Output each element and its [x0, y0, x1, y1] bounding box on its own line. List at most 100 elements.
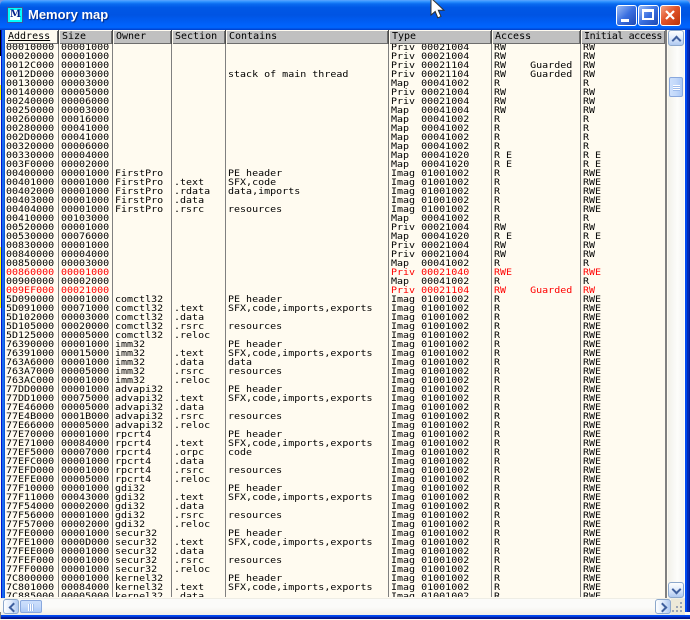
memory-map-window: M Memory map AddressSizeOwnerSectionCont…: [0, 0, 690, 620]
horizontal-scrollbar[interactable]: [1, 598, 685, 615]
cell-initial-access: RWE: [583, 197, 601, 205]
column-header-section[interactable]: Section: [172, 30, 225, 44]
column-header-row: AddressSizeOwnerSectionContainsTypeAcces…: [5, 30, 665, 44]
cell-initial-access: R: [583, 260, 589, 268]
cell-owner: gdi32: [115, 503, 145, 511]
close-button[interactable]: [660, 5, 681, 26]
scroll-down-button[interactable]: [668, 582, 684, 598]
vertical-scrollbar[interactable]: [668, 30, 684, 598]
column-divider: [388, 44, 389, 597]
cell-type: Map 00041020: [391, 233, 469, 241]
cell-section: .text: [174, 584, 204, 592]
cell-contains: PE header: [228, 296, 282, 304]
column-header-size[interactable]: Size: [59, 30, 112, 44]
cell-size: 00001000: [61, 512, 109, 520]
cell-initial-access: RWE: [583, 404, 601, 412]
cell-address: 77F11000: [6, 494, 54, 502]
cell-access: R E: [494, 161, 512, 169]
cell-contains: resources: [228, 206, 282, 214]
cell-address: 77F57000: [6, 521, 54, 529]
maximize-button[interactable]: [638, 5, 659, 26]
cell-section: .data: [174, 359, 204, 367]
cell-initial-access: RWE: [583, 503, 601, 511]
cell-section: .text: [174, 305, 204, 313]
cell-size: 0000D000: [61, 539, 109, 547]
column-header-type[interactable]: Type: [389, 30, 491, 44]
cell-size: 00001000: [61, 359, 109, 367]
cell-initial-access: RWE: [583, 359, 601, 367]
cell-access: R: [494, 125, 500, 133]
cell-size: 00001000: [61, 431, 109, 439]
cell-contains: data: [228, 359, 252, 367]
cell-size: 00005000: [61, 476, 109, 484]
cell-size: 00001000: [61, 170, 109, 178]
cell-access: R: [494, 206, 500, 214]
cell-contains: PE header: [228, 530, 282, 538]
cell-address: 77FEF000: [6, 557, 54, 565]
cell-contains: SFX,code: [228, 179, 276, 187]
scroll-up-button[interactable]: [668, 30, 684, 46]
cell-size: 00001000: [61, 188, 109, 196]
column-header-address[interactable]: Address: [5, 30, 58, 44]
table-row[interactable]: 7C88500000005000kernel32.dataImag 010010…: [5, 593, 665, 597]
column-header-initial-access[interactable]: Initial access: [581, 30, 665, 44]
cell-size: 00001000: [61, 44, 109, 52]
cell-owner: comctl32: [115, 323, 163, 331]
cell-owner: secur32: [115, 557, 157, 565]
column-header-contains[interactable]: Contains: [226, 30, 388, 44]
cell-initial-access: RWE: [583, 440, 601, 448]
cell-initial-access: RWE: [583, 179, 601, 187]
horizontal-scroll-thumb[interactable]: [20, 600, 42, 613]
resize-gripper[interactable]: [671, 599, 685, 615]
column-header-access[interactable]: Access: [492, 30, 580, 44]
cell-access: R: [494, 539, 500, 547]
cell-initial-access: RW: [583, 251, 595, 259]
cell-type: Imag 01001002: [391, 206, 469, 214]
cell-address: 00130000: [6, 80, 54, 88]
scroll-left-button[interactable]: [3, 599, 19, 614]
cell-access: R: [494, 584, 500, 592]
cell-owner: secur32: [115, 566, 157, 574]
cell-access: R: [494, 359, 500, 367]
cell-access: R: [494, 431, 500, 439]
cell-section: .reloc: [174, 566, 210, 574]
cell-initial-access: RWE: [583, 377, 601, 385]
cell-initial-access: RW: [583, 44, 595, 52]
cell-initial-access: RWE: [583, 269, 601, 277]
cell-section: .rsrc: [174, 467, 204, 475]
cell-owner: imm32: [115, 377, 145, 385]
cell-access: R: [494, 116, 500, 124]
cell-address: 77EFE000: [6, 476, 54, 484]
cell-initial-access: RWE: [583, 332, 601, 340]
cell-address: 00260000: [6, 116, 54, 124]
cell-section: .text: [174, 350, 204, 358]
title-bar[interactable]: M Memory map: [0, 0, 690, 30]
cell-address: 77E66000: [6, 422, 54, 430]
minimize-button[interactable]: [616, 5, 637, 26]
cell-size: 00001000: [61, 197, 109, 205]
cell-size: 00002000: [61, 278, 109, 286]
column-header-owner[interactable]: Owner: [113, 30, 171, 44]
cell-owner: imm32: [115, 341, 145, 349]
cell-type: Imag 01001002: [391, 557, 469, 565]
cell-access: R: [494, 467, 500, 475]
cell-owner: imm32: [115, 368, 145, 376]
cell-access: R: [494, 341, 500, 349]
cell-address: 00410000: [6, 215, 54, 223]
cell-contains: PE header: [228, 485, 282, 493]
cell-owner: advapi32: [115, 413, 163, 421]
cell-owner: FirstPro: [115, 179, 163, 187]
cell-type: Imag 01001002: [391, 566, 469, 574]
cell-contains: resources: [228, 368, 282, 376]
cell-section: .data: [174, 404, 204, 412]
cell-type: Priv 00021004: [391, 98, 469, 106]
cell-address: 77FE0000: [6, 530, 54, 538]
chevron-down-icon: [672, 585, 682, 595]
cell-initial-access: RWE: [583, 350, 601, 358]
column-divider: [58, 44, 59, 597]
table-body[interactable]: 0001000000001000Priv 00021004RWRW0002000…: [5, 44, 665, 597]
cell-access: R: [494, 278, 500, 286]
cell-type: Imag 01001002: [391, 188, 469, 196]
scroll-right-button[interactable]: [655, 599, 671, 614]
vertical-scroll-thumb[interactable]: [669, 77, 683, 97]
